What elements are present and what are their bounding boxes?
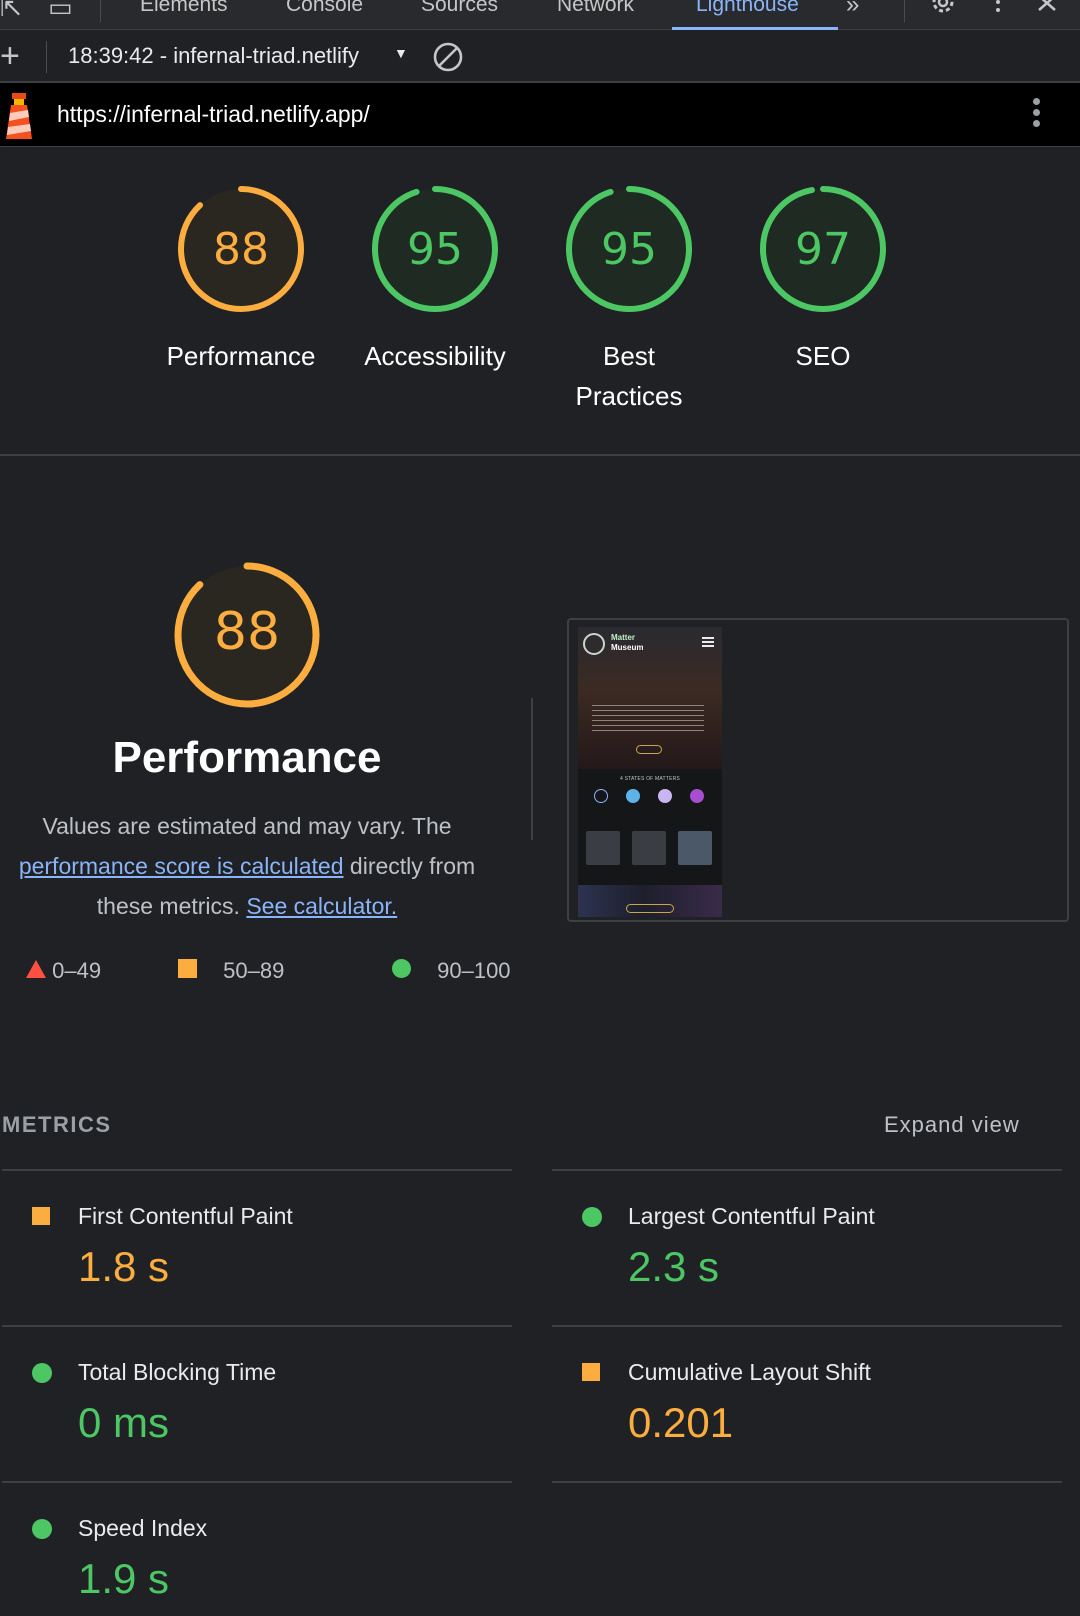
gauge-label: Accessibility	[364, 341, 506, 371]
gauge-label: Best Practices	[575, 341, 683, 411]
more-vertical-icon[interactable]	[992, 0, 1004, 18]
legend-fail-label: 0–49	[52, 958, 102, 983]
gas-state-icon	[658, 789, 672, 803]
metric-label: First Contentful Paint	[78, 1203, 293, 1229]
metric-label: Speed Index	[78, 1515, 208, 1541]
gauge-accessibility[interactable]: 95 Accessibility	[345, 184, 525, 376]
legend-average: 50–89	[178, 958, 284, 984]
gauge-performance[interactable]: 88 Performance	[151, 184, 331, 376]
legend-pass: 90–100	[392, 958, 511, 984]
thumbnail-card	[586, 831, 620, 865]
thumbnail-card	[632, 831, 666, 865]
thumbnail-banner-button	[626, 904, 674, 913]
square-icon	[582, 1363, 600, 1381]
score-calculated-link[interactable]: performance score is calculated	[19, 853, 344, 879]
report-select[interactable]: 18:39:42 - infernal-triad.netlify	[68, 43, 359, 69]
plasma-state-icon	[690, 789, 704, 803]
metric-largest-contentful-paint[interactable]: Largest Contentful Paint 2.3 s	[552, 1169, 1062, 1325]
final-screenshot[interactable]: Matter Museum 4 STATES OF MATTERS	[567, 618, 1069, 922]
tab-console[interactable]: Console	[286, 0, 363, 20]
menu-icon	[702, 637, 714, 649]
gauge-best-practices[interactable]: 95 Best Practices	[539, 184, 719, 416]
metric-value: 1.9 s	[78, 1555, 170, 1602]
expand-view-toggle[interactable]: Expand view	[884, 1112, 1020, 1138]
thumbnail-brand-line2: Museum	[611, 643, 644, 652]
device-toolbar-icon[interactable]: ▭	[48, 0, 73, 20]
close-icon[interactable]	[1036, 0, 1058, 14]
inspect-element-icon[interactable]: ⇱	[0, 0, 22, 20]
more-vertical-icon[interactable]	[1026, 95, 1046, 135]
tab-sources[interactable]: Sources	[421, 0, 498, 20]
metrics-heading: METRICS	[2, 1112, 112, 1137]
page-screenshot-thumbnail: Matter Museum 4 STATES OF MATTERS	[578, 627, 722, 917]
devtools-tabbar: ⇱ ▭ Elements Console Sources Network Lig…	[0, 0, 1080, 30]
square-icon	[178, 959, 197, 978]
report-url-bar: https://infernal-triad.netlify.app/	[0, 83, 1080, 147]
legend-average-label: 50–89	[223, 958, 285, 983]
circle-icon	[392, 959, 411, 978]
circle-icon	[582, 1207, 602, 1227]
metric-label: Total Blocking Time	[78, 1359, 277, 1385]
gauge-score: 97	[795, 224, 851, 275]
thumbnail-brand: Matter Museum	[611, 633, 643, 653]
metric-speed-index[interactable]: Speed Index 1.9 s	[2, 1481, 512, 1616]
section-divider	[531, 698, 533, 840]
metric-label: Cumulative Layout Shift	[628, 1359, 871, 1385]
gauge-score: 88	[213, 224, 269, 275]
legend-pass-label: 90–100	[437, 958, 511, 983]
performance-description: Values are estimated and may vary. The p…	[0, 806, 494, 926]
metric-value: 0 ms	[78, 1399, 170, 1446]
gauge-seo[interactable]: 97 SEO	[733, 184, 913, 376]
category-gauges: 88 Performance 95 Accessibility 95 Best …	[0, 148, 1080, 456]
lighthouse-toolbar: + 18:39:42 - infernal-triad.netlify ▼	[0, 31, 1080, 83]
thumbnail-hero-button	[636, 745, 662, 754]
atom-logo-icon	[583, 633, 605, 655]
tab-lighthouse[interactable]: Lighthouse	[696, 0, 799, 20]
tab-network[interactable]: Network	[557, 0, 634, 20]
performance-title: Performance	[112, 733, 382, 782]
tabbar-divider	[100, 0, 101, 22]
metric-first-contentful-paint[interactable]: First Contentful Paint 1.8 s	[2, 1169, 512, 1325]
plus-icon[interactable]: +	[0, 39, 20, 73]
gauge-label: Performance	[166, 341, 316, 371]
performance-section: 88 Performance Values are estimated and …	[0, 458, 1080, 1078]
thumbnail-brand-line1: Matter	[611, 633, 636, 642]
legend-fail: 0–49	[26, 958, 101, 984]
metrics-divider	[552, 1481, 1062, 1483]
tab-elements[interactable]: Elements	[140, 0, 228, 20]
metric-value: 1.8 s	[78, 1243, 170, 1290]
block-icon[interactable]	[432, 41, 464, 73]
solid-state-icon	[594, 789, 608, 803]
thumbnail-card	[678, 831, 712, 865]
toolbar-divider	[46, 41, 47, 73]
gauge-score: 95	[601, 224, 657, 275]
description-text: Values are estimated and may vary. The	[42, 813, 452, 839]
chevron-down-icon[interactable]: ▼	[394, 45, 408, 61]
lighthouse-logo-icon	[6, 93, 32, 139]
metric-cumulative-layout-shift[interactable]: Cumulative Layout Shift 0.201	[552, 1325, 1062, 1481]
metric-label: Largest Contentful Paint	[628, 1203, 875, 1229]
gear-icon[interactable]	[928, 0, 958, 20]
circle-icon	[32, 1519, 52, 1539]
see-calculator-link[interactable]: See calculator.	[246, 893, 397, 919]
metric-value: 0.201	[628, 1399, 734, 1446]
active-tab-indicator	[672, 27, 838, 30]
tabbar-divider	[904, 0, 905, 22]
thumbnail-hero-text	[592, 705, 704, 731]
thumbnail-states-title: 4 STATES OF MATTERS	[620, 776, 680, 782]
metric-value: 2.3 s	[628, 1243, 720, 1290]
triangle-icon	[26, 960, 46, 978]
circle-icon	[32, 1363, 52, 1383]
square-icon	[32, 1207, 50, 1225]
gauge-score: 95	[407, 224, 463, 275]
gauge-label: SEO	[795, 341, 851, 371]
metric-total-blocking-time[interactable]: Total Blocking Time 0 ms	[2, 1325, 512, 1481]
report-url: https://infernal-triad.netlify.app/	[57, 101, 370, 127]
performance-score: 88	[213, 602, 281, 662]
liquid-state-icon	[626, 789, 640, 803]
chevron-double-right-icon[interactable]: »	[846, 0, 859, 18]
